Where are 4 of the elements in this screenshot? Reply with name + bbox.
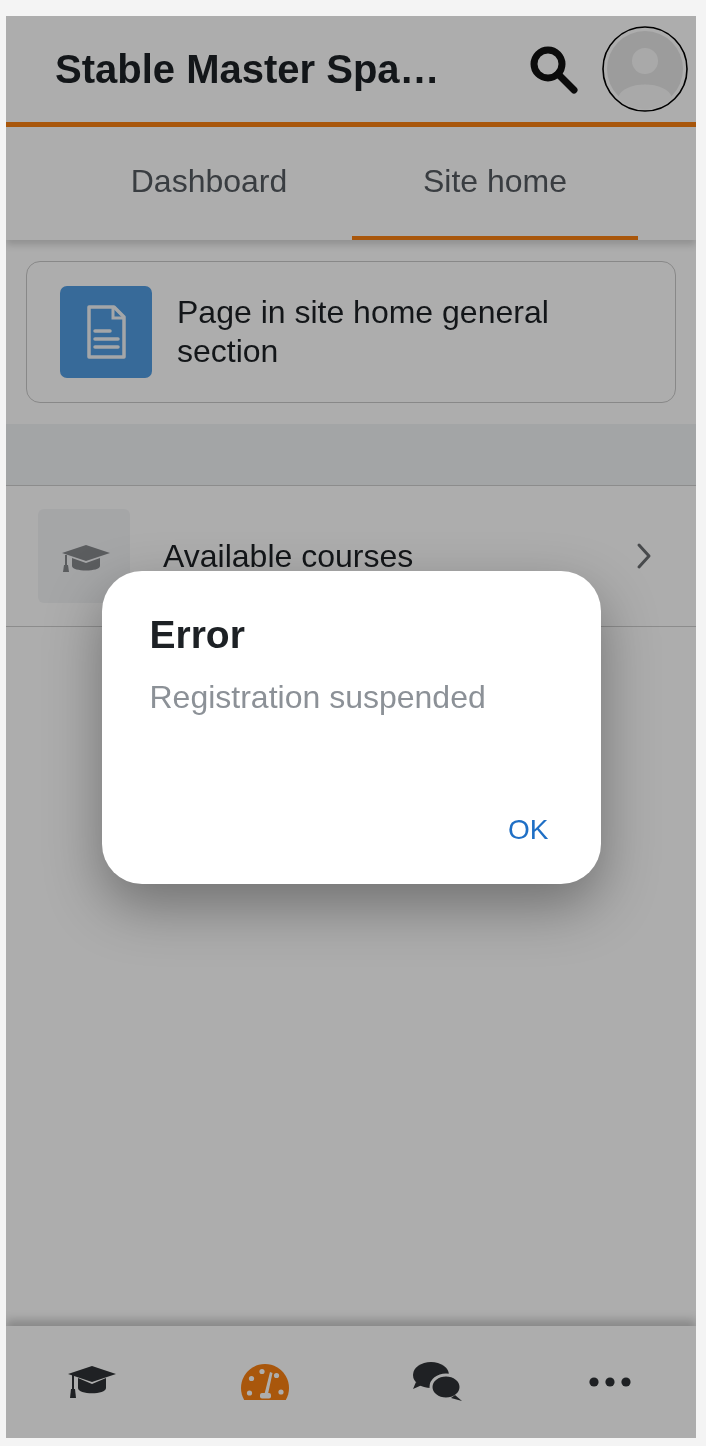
header-title: Stable Master Spa… — [55, 46, 441, 92]
dialog-message: Registration suspended — [149, 677, 486, 717]
list-item-label: Available courses — [163, 537, 415, 575]
page-card-title: Page in site home general section — [177, 293, 550, 371]
